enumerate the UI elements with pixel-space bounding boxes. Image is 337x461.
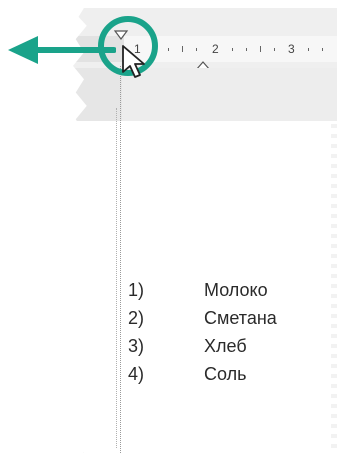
ruler-number-2: 2 [212,42,219,56]
ruler-tick [182,46,183,52]
ruler-tick [322,48,323,51]
list-item[interactable]: 4) Соль [128,364,328,392]
list-item[interactable]: 3) Хлеб [128,336,328,364]
list-item-text: Молоко [204,280,268,300]
ruler-tick [246,48,247,51]
ruler-tick [196,48,197,51]
list-item-text: Сметана [204,308,277,328]
list-item-number: 3) [128,336,145,356]
ruler-tick [168,48,169,51]
list-item-number: 2) [128,308,145,328]
numbered-list: 1) Молоко 2) Сметана 3) Хлеб 4) Соль [128,280,328,392]
ruler-number-3: 3 [288,42,295,56]
list-item[interactable]: 1) Молоко [128,280,328,308]
list-item[interactable]: 2) Сметана [128,308,328,336]
list-item-text: Соль [204,364,247,384]
mouse-pointer-icon [122,45,145,78]
ruler-tick [308,48,309,51]
ruler-tick [232,48,233,51]
ruler-tick [274,48,275,51]
document-page: 1 2 3 1) Молоко 2) Сметана 3) Хлеб 4) Со… [73,8,337,453]
list-item-number: 4) [128,364,145,384]
list-item-number: 1) [128,280,145,300]
list-item-text: Хлеб [204,336,247,356]
ruler-tick [260,46,261,52]
page-header-shade [122,68,337,121]
left-arrow-icon [8,36,116,64]
indent-guide-line [120,66,121,453]
margin-guide-line [116,108,117,448]
